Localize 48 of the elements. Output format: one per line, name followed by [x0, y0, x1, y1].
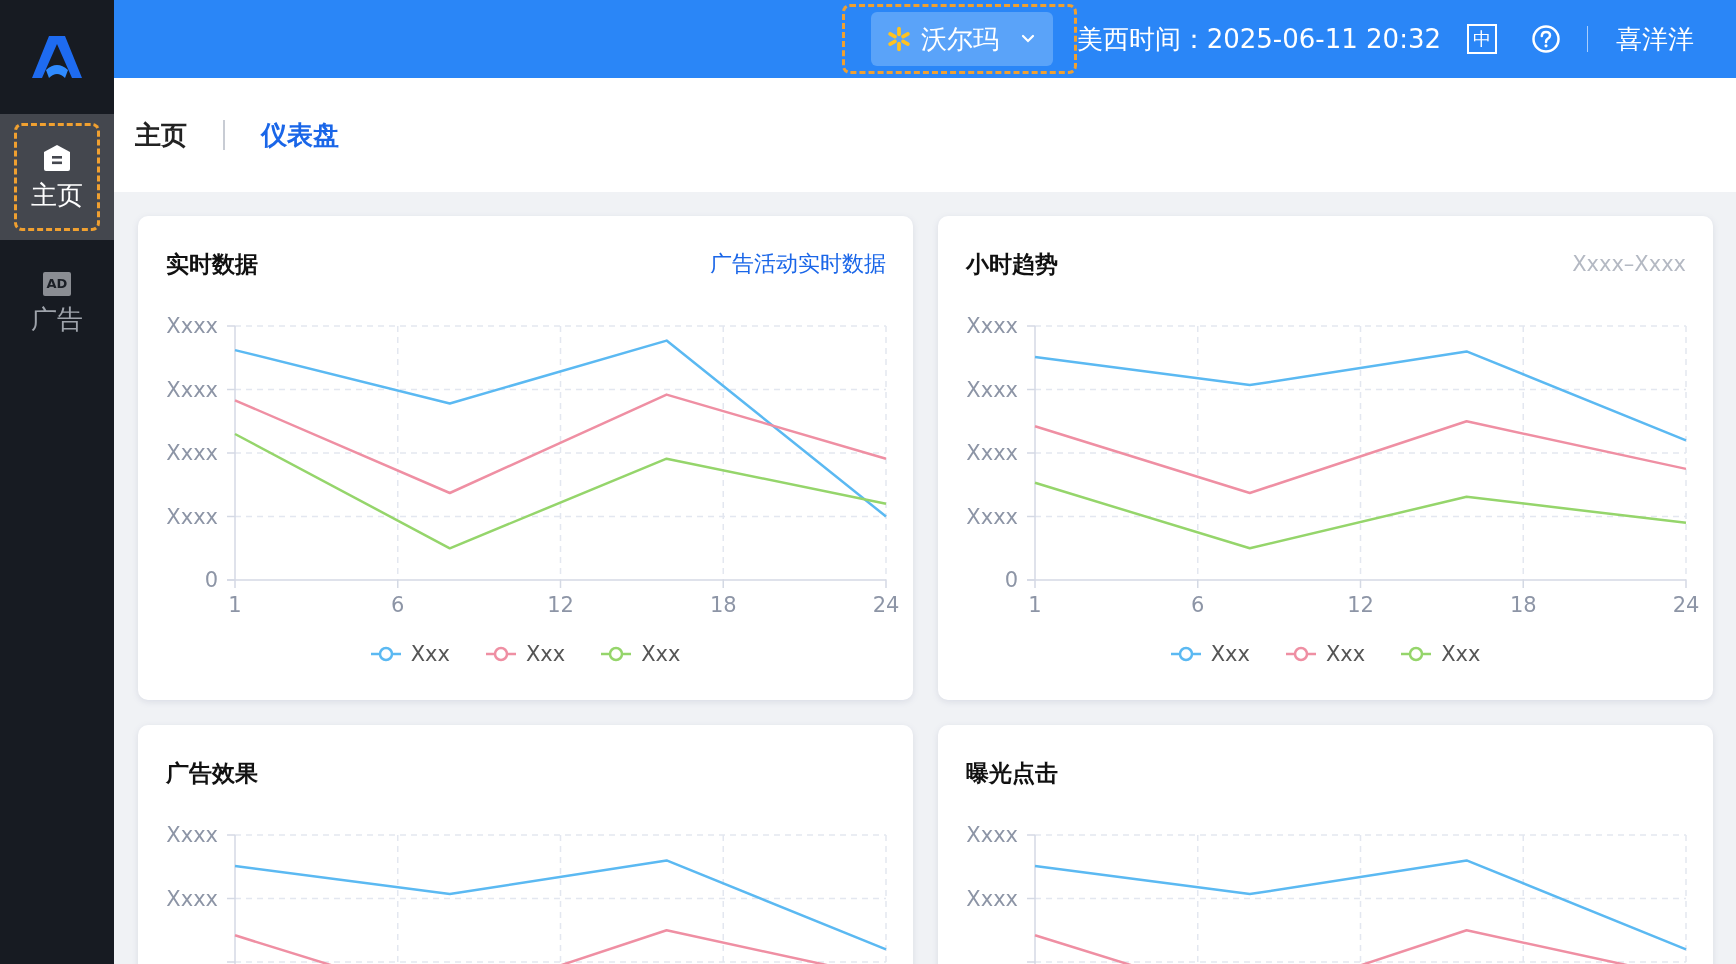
legend-item[interactable]: Xxx	[1285, 642, 1366, 666]
legend-item[interactable]: Xxx	[601, 642, 681, 666]
y-axis-label: Xxxx	[966, 823, 1018, 847]
x-axis-label: 1	[228, 593, 242, 617]
y-axis-label: Xxxx	[966, 314, 1018, 338]
x-axis-label: 6	[1191, 593, 1205, 617]
user-name[interactable]: 喜洋洋	[1616, 21, 1694, 57]
home-icon	[43, 144, 71, 172]
legend-item[interactable]: Xxx	[370, 642, 450, 666]
y-axis-label: Xxxx	[966, 377, 1018, 402]
x-axis-label: 18	[1509, 593, 1537, 617]
card-title: 曝光点击	[966, 758, 1058, 788]
y-axis-label: Xxxx	[166, 314, 218, 338]
ad-icon: AD	[42, 272, 72, 296]
language-button[interactable]: 中	[1467, 24, 1497, 54]
x-axis-label: 6	[391, 593, 405, 617]
card-title: 广告效果	[166, 758, 258, 788]
y-axis-label: Xxxx	[166, 886, 218, 911]
card-title: 实时数据	[166, 249, 258, 279]
date-range-text: Xxxx–Xxxx	[1572, 252, 1686, 276]
y-axis-label: 0	[1004, 568, 1018, 592]
x-axis-label: 24	[1672, 593, 1700, 617]
x-axis-label: 18	[709, 593, 737, 617]
legend-item[interactable]: Xxx	[1170, 642, 1250, 666]
y-axis-label: 0	[204, 568, 218, 592]
logo-icon	[32, 34, 82, 80]
card-title: 小时趋势	[966, 249, 1058, 279]
breadcrumb-link[interactable]: 主页	[135, 117, 187, 153]
time-text: 美西时间：2025-06-11 20:32	[1076, 22, 1441, 56]
y-axis-label: Xxxx	[966, 504, 1018, 529]
x-axis-label: 24	[872, 593, 900, 617]
y-axis-label: Xxxx	[166, 441, 218, 465]
x-axis-label: 12	[1347, 593, 1374, 617]
legend-item[interactable]: Xxx	[485, 642, 566, 666]
y-axis-label: Xxxx	[166, 377, 218, 402]
y-axis-label: Xxxx	[166, 504, 218, 529]
sidebar-item[interactable]: AD 广告	[0, 240, 114, 366]
x-axis-label: 12	[547, 593, 574, 617]
x-axis-label: 1	[1028, 593, 1042, 617]
card-link[interactable]: 广告活动实时数据	[710, 249, 886, 279]
legend-item[interactable]: Xxx	[1401, 642, 1481, 666]
y-axis-label: Xxxx	[966, 441, 1018, 465]
caret-icon	[1020, 34, 1035, 44]
help-icon[interactable]	[1531, 24, 1561, 54]
y-axis-label: Xxxx	[966, 886, 1018, 911]
y-axis-label: Xxxx	[166, 823, 218, 847]
sidebar-item[interactable]: 主页	[0, 114, 114, 240]
breadcrumb-link[interactable]: 仪表盘	[260, 117, 339, 153]
